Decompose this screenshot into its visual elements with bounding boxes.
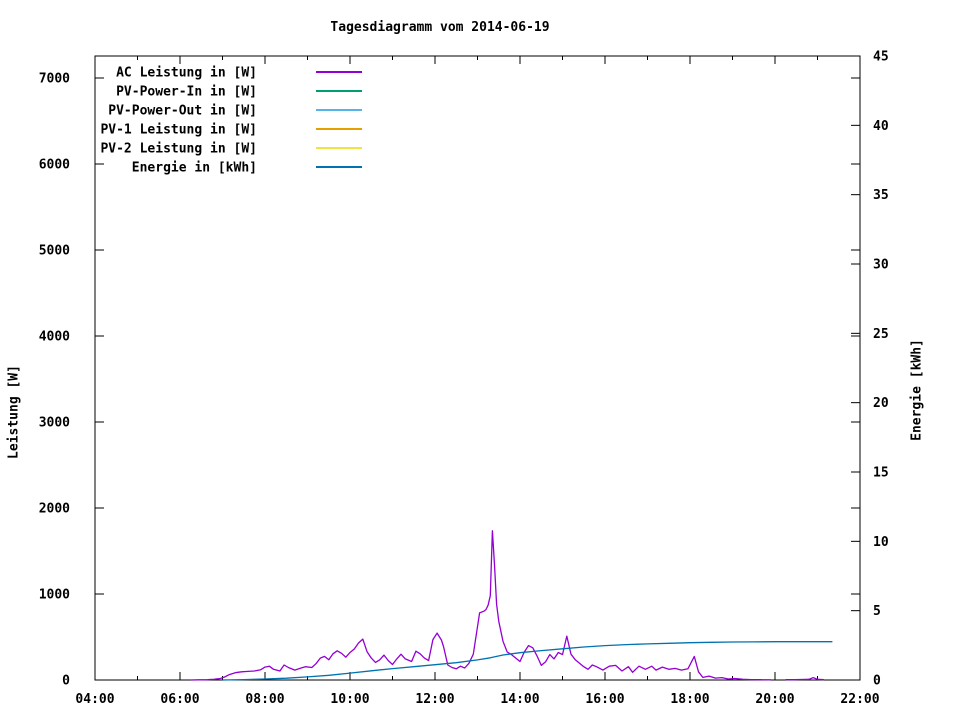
legend-label-pv-power-out: PV-Power-Out in [W] bbox=[108, 104, 257, 119]
legend-label-ac-leistung: AC Leistung in [W] bbox=[116, 66, 257, 81]
series-line-ac-leistung bbox=[785, 676, 824, 681]
legend-label-pv-1-leistung: PV-1 Leistung in [W] bbox=[100, 123, 257, 138]
y2-tick-label: 5 bbox=[873, 604, 881, 619]
y2-tick-label: 10 bbox=[873, 535, 889, 550]
x-tick-label: 06:00 bbox=[160, 692, 199, 707]
x-tick-label: 20:00 bbox=[755, 692, 794, 707]
x-tick-label: 10:00 bbox=[330, 692, 369, 707]
legend-label-pv-2-leistung: PV-2 Leistung in [W] bbox=[100, 142, 257, 157]
y-tick-label: 7000 bbox=[39, 72, 70, 87]
x-tick-label: 16:00 bbox=[585, 692, 624, 707]
y2-tick-label: 20 bbox=[873, 396, 889, 411]
y-tick-label: 1000 bbox=[39, 588, 70, 603]
x-tick-label: 12:00 bbox=[415, 692, 454, 707]
x-tick-label: 14:00 bbox=[500, 692, 539, 707]
y-tick-label: 6000 bbox=[39, 158, 70, 173]
y-tick-label: 5000 bbox=[39, 244, 70, 259]
series-line-ac-leistung bbox=[190, 530, 771, 681]
y2-tick-label: 30 bbox=[873, 258, 889, 273]
chart-page: Tagesdiagramm vom 2014-06-19 Leistung [W… bbox=[0, 0, 960, 720]
legend-label-energie: Energie in [kWh] bbox=[132, 161, 257, 176]
y2-tick-label: 35 bbox=[873, 188, 889, 203]
y-tick-label: 4000 bbox=[39, 330, 70, 345]
y2-tick-label: 25 bbox=[873, 327, 889, 342]
y-tick-label: 2000 bbox=[39, 502, 70, 517]
y2-tick-label: 15 bbox=[873, 466, 889, 481]
x-tick-label: 22:00 bbox=[840, 692, 879, 707]
legend-label-pv-power-in: PV-Power-In in [W] bbox=[116, 85, 257, 100]
y2-tick-label: 45 bbox=[873, 50, 889, 65]
x-tick-label: 04:00 bbox=[75, 692, 114, 707]
x-tick-label: 18:00 bbox=[670, 692, 709, 707]
x-tick-label: 08:00 bbox=[245, 692, 284, 707]
y-tick-label: 3000 bbox=[39, 416, 70, 431]
y2-tick-label: 0 bbox=[873, 674, 881, 689]
y-tick-label: 0 bbox=[62, 674, 70, 689]
plot-area: 04:00 06:00 08:00 10:00 12:00 14:00 16:00 18:00… bbox=[39, 50, 889, 708]
y2-tick-label: 40 bbox=[873, 119, 889, 134]
